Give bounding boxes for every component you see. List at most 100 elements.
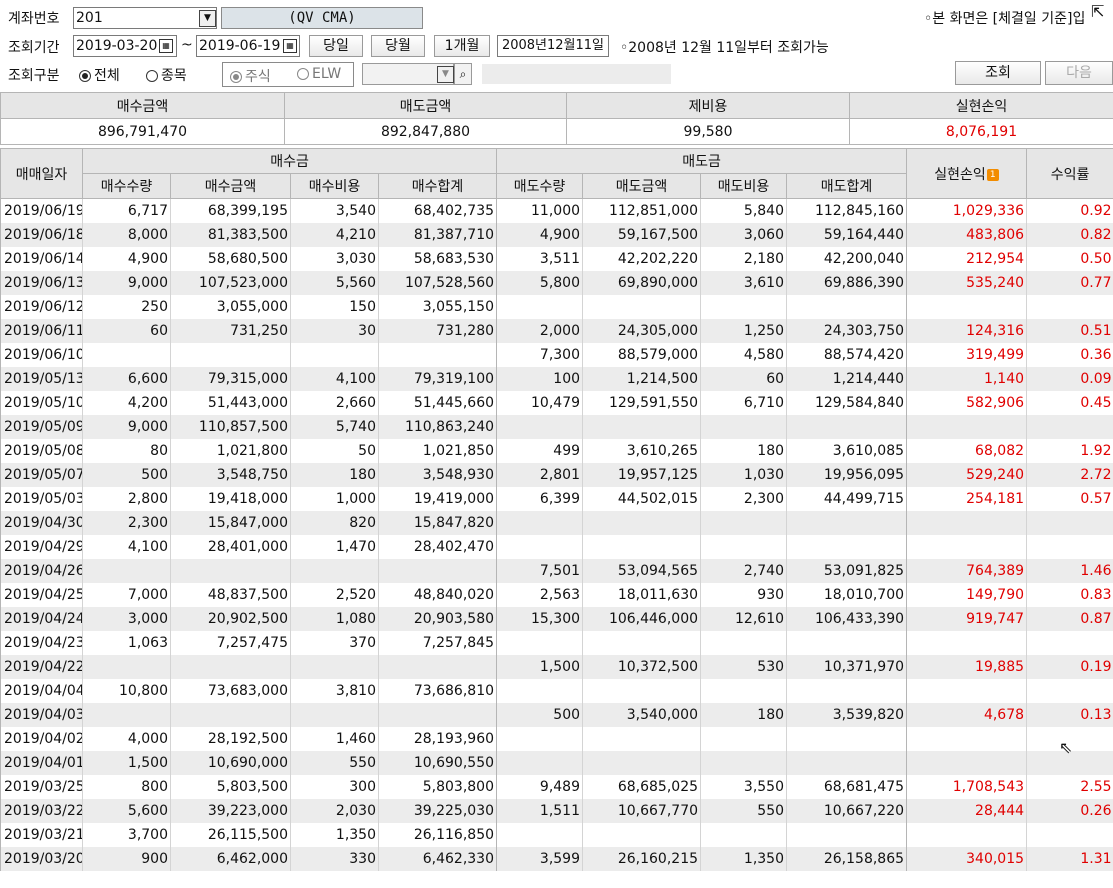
cell-buy-qty: 60 — [82, 319, 171, 343]
table-row[interactable]: 2019/06/11 60 731,250 30 731,280 2,000 24,305,… — [0, 319, 1113, 343]
cursor-icon: ⇱ — [1091, 2, 1105, 21]
cell-sell-qty: 9,489 — [496, 775, 583, 799]
table-row[interactable]: 2019/03/21 3,700 26,115,500 1,350 26,116,850 — [0, 823, 1113, 847]
table-row[interactable]: 2019/03/20 900 6,462,000 330 6,462,330 3,599 2… — [0, 847, 1113, 871]
date-separator: ~ — [181, 37, 193, 53]
cell-buy-amount: 20,902,500 — [170, 607, 291, 631]
cell-trade-date: 2019/04/25 — [0, 583, 83, 607]
table-row[interactable]: 2019/04/01 1,500 10,690,000 550 10,690,550 — [0, 751, 1113, 775]
mouse-pointer-icon: ⇖ — [1059, 738, 1073, 757]
header-buy-qty[interactable]: 매수수량 — [82, 173, 171, 199]
cell-buy-qty — [82, 655, 171, 679]
cell-sell-cost: 930 — [700, 583, 787, 607]
table-row[interactable]: 2019/05/07 500 3,548,750 180 3,548,930 2,801 1… — [0, 463, 1113, 487]
table-row[interactable]: 2019/04/23 1,063 7,257,475 370 7,257,845 — [0, 631, 1113, 655]
cell-buy-cost: 1,350 — [290, 823, 379, 847]
cell-trade-date: 2019/03/20 — [0, 847, 83, 871]
table-row[interactable]: 2019/04/26 7,501 53,094,565 2,740 53,091,825… — [0, 559, 1113, 583]
header-sell-total[interactable]: 매도합계 — [786, 173, 908, 199]
cell-sell-total: 53,091,825 — [786, 559, 907, 583]
cell-sell-qty — [496, 631, 583, 655]
since-date-box: 2008년12월11일 — [497, 35, 609, 57]
radio-elw[interactable]: ELW — [297, 66, 341, 82]
query-button[interactable]: 조회 — [955, 61, 1041, 85]
cell-buy-total: 3,055,150 — [377, 295, 497, 319]
table-row[interactable]: 2019/05/08 80 1,021,800 50 1,021,850 499 3,610… — [0, 439, 1113, 463]
cell-sell-qty: 7,300 — [496, 343, 583, 367]
table-row[interactable]: 2019/03/22 5,600 39,223,000 2,030 39,225,030… — [0, 799, 1113, 823]
table-row[interactable]: 2019/06/12 250 3,055,000 150 3,055,150 — [0, 295, 1113, 319]
table-row[interactable]: 2019/05/10 4,200 51,443,000 2,660 51,445,660… — [0, 391, 1113, 415]
header-sell-amount[interactable]: 매도금액 — [582, 173, 702, 199]
cell-sell-qty: 10,479 — [496, 391, 583, 415]
radio-all[interactable]: 전체 — [79, 65, 120, 85]
cell-return-rate: 0.77 — [1026, 271, 1113, 295]
cell-return-rate: 1.92 — [1026, 439, 1113, 463]
cell-realized-pnl — [906, 631, 1027, 655]
cell-sell-total: 18,010,700 — [786, 583, 907, 607]
table-row[interactable]: 2019/04/03 500 3,540,000 180 3,539,820 4,678 0… — [0, 703, 1113, 727]
cell-sell-amount — [582, 751, 701, 775]
cell-trade-date: 2019/06/13 — [0, 271, 83, 295]
cell-sell-qty: 5,800 — [496, 271, 583, 295]
header-return-rate[interactable]: 수익률 — [1026, 148, 1113, 199]
table-row[interactable]: 2019/05/09 9,000 110,857,500 5,740 110,863,2… — [0, 415, 1113, 439]
header-realized-pnl[interactable]: 실현손익 1 — [906, 148, 1028, 199]
table-row[interactable]: 2019/04/29 4,100 28,401,000 1,470 28,402,470 — [0, 535, 1113, 559]
header-buy-cost[interactable]: 매수비용 — [290, 173, 379, 199]
chevron-down-icon[interactable]: ▼ — [437, 66, 454, 83]
cell-sell-amount — [582, 295, 701, 319]
cell-trade-date: 2019/04/04 — [0, 679, 83, 703]
search-icon[interactable]: ⌕ — [454, 63, 472, 85]
radio-stock[interactable]: 주식 — [230, 66, 271, 86]
table-row[interactable]: 2019/05/13 6,600 79,315,000 4,100 79,319,100… — [0, 367, 1113, 391]
account-name: (QV CMA) — [221, 7, 423, 29]
header-buy-amount[interactable]: 매수금액 — [170, 173, 291, 199]
one-month-button[interactable]: 1개월 — [434, 35, 490, 57]
table-row[interactable]: 2019/06/14 4,900 58,680,500 3,030 58,683,530… — [0, 247, 1113, 271]
cell-sell-cost: 2,300 — [700, 487, 787, 511]
table-row[interactable]: 2019/06/19 6,717 68,399,195 3,540 68,402,735… — [0, 198, 1113, 223]
table-row[interactable]: 2019/06/18 8,000 81,383,500 4,210 81,387,710… — [0, 223, 1113, 247]
cell-trade-date: 2019/05/03 — [0, 487, 83, 511]
table-row[interactable]: 2019/04/24 3,000 20,902,500 1,080 20,903,580… — [0, 607, 1113, 631]
this-month-button[interactable]: 당월 — [371, 35, 425, 57]
cell-buy-total: 51,445,660 — [377, 391, 497, 415]
today-button[interactable]: 당일 — [309, 35, 363, 57]
cell-return-rate — [1026, 535, 1113, 559]
cell-sell-amount: 3,610,265 — [582, 439, 701, 463]
header-sell-qty[interactable]: 매도수량 — [496, 173, 584, 199]
header-buy-total[interactable]: 매수합계 — [377, 173, 498, 199]
cell-buy-amount: 28,192,500 — [170, 727, 291, 751]
header-sell-cost[interactable]: 매도비용 — [700, 173, 788, 199]
info-badge-icon[interactable]: 1 — [986, 168, 999, 181]
table-row[interactable]: 2019/03/25 800 5,803,500 300 5,803,800 9,489 6… — [0, 775, 1113, 799]
cell-sell-amount — [582, 535, 701, 559]
cell-buy-amount: 7,257,475 — [170, 631, 291, 655]
table-row[interactable]: 2019/06/10 7,300 88,579,000 4,580 88,574,420… — [0, 343, 1113, 367]
cell-buy-cost: 2,030 — [290, 799, 379, 823]
cell-buy-total: 6,462,330 — [377, 847, 497, 871]
cell-buy-amount: 73,683,000 — [170, 679, 291, 703]
table-row[interactable]: 2019/04/30 2,300 15,847,000 820 15,847,820 — [0, 511, 1113, 535]
next-button[interactable]: 다음 — [1045, 61, 1113, 85]
stock-name-field — [482, 64, 671, 84]
cell-buy-cost: 3,030 — [290, 247, 379, 271]
table-row[interactable]: 2019/06/13 9,000 107,523,000 5,560 107,528,5… — [0, 271, 1113, 295]
radio-item[interactable]: 종목 — [146, 65, 187, 85]
chevron-down-icon[interactable]: ▼ — [199, 10, 216, 27]
calendar-icon[interactable]: ▦ — [283, 39, 297, 53]
table-row[interactable]: 2019/04/25 7,000 48,837,500 2,520 48,840,020… — [0, 583, 1113, 607]
cell-sell-amount: 88,579,000 — [582, 343, 701, 367]
table-row[interactable]: 2019/04/02 4,000 28,192,500 1,460 28,193,960 — [0, 727, 1113, 751]
calendar-icon[interactable]: ▦ — [159, 39, 173, 53]
header-trade-date[interactable]: 매매일자 — [0, 148, 83, 199]
cell-buy-qty — [82, 703, 171, 727]
table-row[interactable]: 2019/04/22 1,500 10,372,500 530 10,371,970 19… — [0, 655, 1113, 679]
cell-buy-qty: 80 — [82, 439, 171, 463]
table-row[interactable]: 2019/05/03 2,800 19,418,000 1,000 19,419,000… — [0, 487, 1113, 511]
table-row[interactable]: 2019/04/04 10,800 73,683,000 3,810 73,686,81… — [0, 679, 1113, 703]
account-select[interactable]: 201 — [73, 7, 217, 29]
cell-sell-amount: 59,167,500 — [582, 223, 701, 247]
cell-sell-total — [786, 535, 907, 559]
